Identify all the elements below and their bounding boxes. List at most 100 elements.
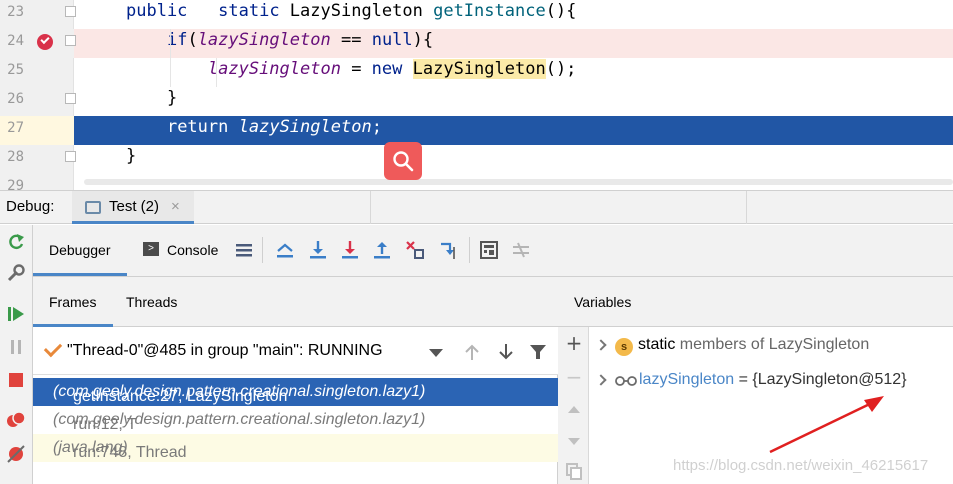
line-number: 26 [7, 91, 24, 107]
indent-guide [170, 29, 171, 87]
line-number: 28 [7, 149, 24, 165]
remove-watch-icon[interactable]: − [564, 367, 584, 387]
frame-row[interactable]: run:12, T (com.geely.design.pattern.crea… [33, 406, 558, 434]
code-token: ( [187, 30, 198, 50]
show-execution-point-icon[interactable] [274, 239, 296, 261]
code-token: static [218, 1, 280, 21]
variable-name: lazySingleton [639, 371, 735, 388]
code-token: ){ [412, 30, 434, 50]
variables-title: Variables [574, 294, 632, 310]
frame-method: run:12, T [73, 416, 137, 433]
rerun-icon[interactable] [5, 231, 27, 253]
step-over-icon[interactable] [307, 239, 329, 261]
code-token: new [371, 59, 403, 79]
add-watch-icon[interactable]: + [564, 333, 584, 353]
variables-header: Variables [558, 277, 953, 327]
arrow-down-icon[interactable] [495, 341, 517, 363]
close-icon[interactable]: × [171, 198, 180, 215]
drop-frame-icon[interactable] [404, 239, 426, 261]
code-line[interactable]: 24 if(lazySingleton == null){ [0, 29, 953, 58]
chevron-right-icon[interactable] [595, 339, 607, 351]
frames-tabs: Frames Threads [33, 277, 558, 327]
line-number: 24 [7, 33, 24, 49]
fold-marker-icon[interactable] [65, 151, 76, 162]
horizontal-scrollbar[interactable] [84, 179, 953, 185]
code-line[interactable]: 25 lazySingleton = new LazySingleton(); [0, 58, 953, 87]
frame-row[interactable]: run:748, Thread (java.lang) [33, 434, 558, 462]
mute-breakpoints-icon[interactable] [5, 443, 27, 465]
code-token: } [126, 88, 178, 108]
check-icon [43, 338, 63, 358]
resume-icon[interactable] [5, 303, 27, 325]
force-step-into-icon[interactable] [339, 239, 361, 261]
toolbar-divider [469, 237, 470, 263]
line-number: 25 [7, 62, 24, 78]
frame-row[interactable]: getInstance:27, LazySingleton (com.geely… [33, 378, 558, 406]
thread-select-value: "Thread-0"@485 in group "main": RUNNING [67, 342, 383, 359]
code-token: LazySingleton [279, 1, 434, 21]
copy-icon[interactable] [564, 461, 584, 481]
code-token: = [340, 59, 372, 79]
tab-debugger[interactable]: Debugger [33, 225, 127, 276]
toolbar-divider [262, 237, 263, 263]
arrow-up-icon[interactable] [461, 341, 483, 363]
debug-session-tab[interactable]: Test (2) × [72, 191, 194, 224]
tab-threads-label: Threads [126, 294, 178, 310]
line-number: 27 [7, 120, 24, 136]
move-down-icon[interactable] [564, 431, 584, 451]
debug-side-toolbar [0, 225, 33, 484]
stop-icon[interactable] [5, 369, 27, 391]
line-number: 29 [7, 178, 24, 190]
fold-marker-icon[interactable] [65, 35, 76, 46]
frame-method: getInstance:27, LazySingleton [73, 388, 288, 405]
search-icon[interactable] [384, 142, 422, 180]
frames-panel: Frames Threads "Thread-0"@485 in group "… [33, 277, 558, 484]
code-token: getInstance [433, 1, 546, 21]
tab-console-label: Console [167, 242, 219, 258]
view-breakpoints-icon[interactable] [5, 409, 27, 431]
static-badge-icon: s [615, 338, 633, 356]
tab-console[interactable]: > Console [133, 225, 233, 276]
code-line[interactable]: 28} [0, 145, 953, 174]
step-out-icon[interactable] [371, 239, 393, 261]
tab-threads[interactable]: Threads [113, 277, 193, 327]
run-to-cursor-icon[interactable] [438, 239, 460, 261]
evaluate-expression-icon[interactable] [478, 239, 500, 261]
code-token: == [330, 30, 372, 50]
thread-selector[interactable]: "Thread-0"@485 in group "main": RUNNING [33, 327, 558, 375]
code-token: null [371, 30, 413, 50]
code-editor[interactable]: 23 public static LazySingleton getInstanc… [0, 0, 953, 190]
code-line[interactable]: 26 } [0, 87, 953, 116]
watermark: https://blog.csdn.net/weixin_46215617 [673, 457, 929, 474]
indent-guide [216, 58, 217, 87]
variable-row-static[interactable]: s static members of LazySingleton [589, 333, 953, 363]
fold-marker-icon[interactable] [65, 93, 76, 104]
code-line[interactable]: 27 return lazySingleton; [0, 116, 953, 145]
wrench-icon[interactable] [5, 262, 27, 284]
code-token: lazySingleton [197, 30, 331, 50]
code-line[interactable]: 23 public static LazySingleton getInstanc… [0, 0, 953, 29]
fold-marker-icon[interactable] [65, 6, 76, 17]
menu-icon[interactable] [233, 239, 255, 261]
pause-icon[interactable] [5, 336, 27, 358]
tab-frames[interactable]: Frames [33, 277, 113, 327]
session-tab-label: Test (2) [109, 198, 160, 215]
filter-icon[interactable] [527, 341, 549, 363]
watch-glasses-icon [615, 376, 637, 386]
code-token: lazySingleton [207, 59, 341, 79]
frame-method: run:748, Thread [73, 444, 187, 461]
debugger-toolbar: Debugger > Console [33, 225, 953, 277]
code-text: lazySingleton = new LazySingleton(); [126, 57, 576, 81]
move-up-icon[interactable] [564, 399, 584, 419]
breakpoint-icon[interactable] [37, 34, 53, 50]
trace-icon[interactable] [510, 239, 532, 261]
debug-label: Debug: [6, 198, 55, 215]
chevron-down-icon[interactable] [429, 349, 443, 357]
code-text: if(lazySingleton == null){ [126, 28, 433, 52]
code-text: return lazySingleton; [126, 115, 382, 139]
chevron-right-icon[interactable] [595, 374, 607, 386]
